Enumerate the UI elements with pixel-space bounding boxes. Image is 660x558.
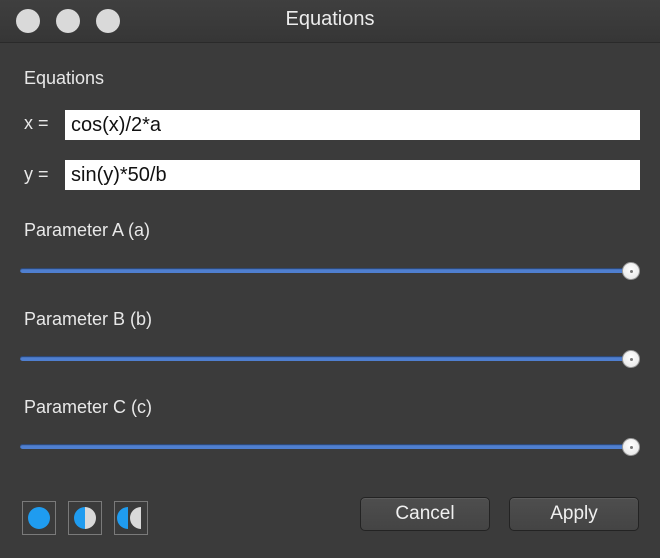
full-circle-icon	[28, 507, 50, 529]
full-circle-mode-button[interactable]	[22, 501, 56, 535]
parameter-c-slider-track	[20, 444, 632, 449]
half-circle-mode-button[interactable]	[68, 501, 102, 535]
apply-button[interactable]: Apply	[509, 497, 639, 531]
half-circle-icon	[74, 507, 96, 529]
x-equation-label: x =	[24, 113, 49, 133]
x-equation-input[interactable]	[65, 110, 640, 140]
equations-section-label: Equations	[24, 68, 105, 88]
title-bar: Equations	[0, 0, 660, 43]
window-title: Equations	[285, 8, 375, 30]
parameter-a-slider-thumb[interactable]	[622, 262, 640, 280]
double-half-circle-icon	[117, 507, 141, 529]
parameter-b-label: Parameter B (b)	[24, 309, 153, 329]
parameter-a-label: Parameter A (a)	[24, 220, 151, 240]
parameter-c-slider-thumb[interactable]	[622, 438, 640, 456]
parameter-a-slider[interactable]	[20, 262, 642, 282]
y-equation-input[interactable]	[65, 160, 640, 190]
parameter-b-slider-thumb[interactable]	[622, 350, 640, 368]
double-half-circle-mode-button[interactable]	[114, 501, 148, 535]
parameter-c-slider[interactable]	[20, 438, 642, 458]
parameter-b-slider-track	[20, 356, 632, 361]
parameter-a-slider-track	[20, 268, 632, 273]
y-equation-label: y =	[24, 164, 49, 184]
parameter-b-slider[interactable]	[20, 350, 642, 370]
parameter-c-label: Parameter C (c)	[24, 397, 153, 417]
cancel-button[interactable]: Cancel	[360, 497, 490, 531]
